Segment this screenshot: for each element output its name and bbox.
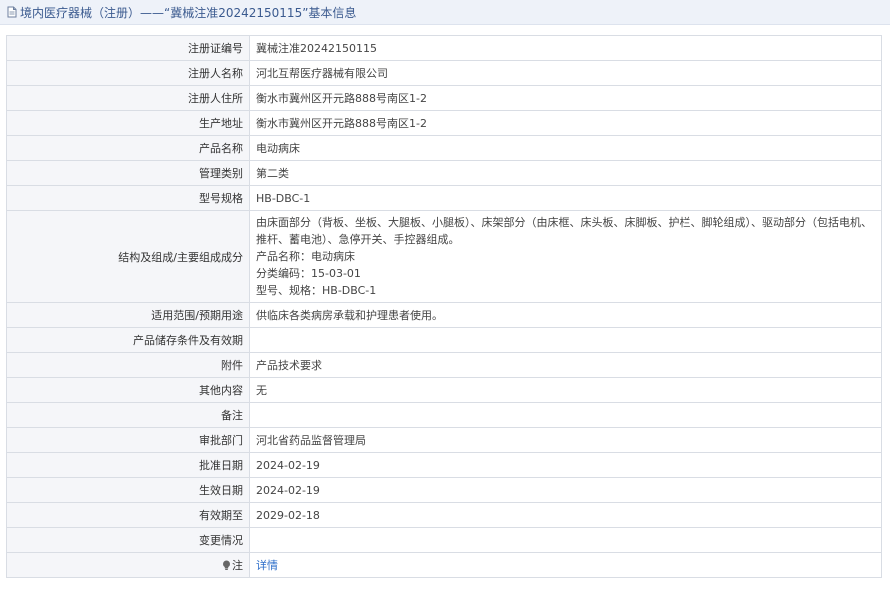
field-value: 2024-02-19 bbox=[249, 477, 882, 503]
field-value: 衡水市冀州区开元路888号南区1-2 bbox=[249, 110, 882, 136]
info-table: 注册证编号 冀械注准20242150115 注册人名称 河北互帮医疗器械有限公司 注册人… bbox=[6, 35, 882, 578]
detail-link[interactable]: 详情 bbox=[256, 559, 278, 572]
table-row: 注册人住所 衡水市冀州区开元路888号南区1-2 bbox=[6, 85, 882, 111]
field-label: 结构及组成/主要组成成分 bbox=[6, 210, 250, 303]
page-header: 境内医疗器械（注册）——“冀械注准20242150115”基本信息 bbox=[0, 0, 890, 25]
field-label: 有效期至 bbox=[6, 502, 250, 528]
note-value-cell: 详情 bbox=[249, 552, 882, 578]
document-icon bbox=[6, 6, 18, 18]
table-row: 注册人名称 河北互帮医疗器械有限公司 bbox=[6, 60, 882, 86]
field-value bbox=[249, 527, 882, 553]
table-row: 审批部门 河北省药品监督管理局 bbox=[6, 427, 882, 453]
field-label: 附件 bbox=[6, 352, 250, 378]
table-row: 备注 bbox=[6, 402, 882, 428]
field-label: 备注 bbox=[6, 402, 250, 428]
field-label: 生效日期 bbox=[6, 477, 250, 503]
field-value: 河北省药品监督管理局 bbox=[249, 427, 882, 453]
table-row: 产品储存条件及有效期 bbox=[6, 327, 882, 353]
note-label-cell: 注 bbox=[6, 552, 250, 578]
table-row: 批准日期 2024-02-19 bbox=[6, 452, 882, 478]
table-row: 生效日期 2024-02-19 bbox=[6, 477, 882, 503]
field-value: 第二类 bbox=[249, 160, 882, 186]
field-label: 产品储存条件及有效期 bbox=[6, 327, 250, 353]
field-label: 适用范围/预期用途 bbox=[6, 302, 250, 328]
field-label: 变更情况 bbox=[6, 527, 250, 553]
lightbulb-icon bbox=[222, 560, 231, 574]
table-row: 其他内容无 bbox=[6, 377, 882, 403]
table-row: 注册证编号 冀械注准20242150115 bbox=[6, 35, 882, 61]
field-label: 注册人住所 bbox=[6, 85, 250, 111]
field-value-line: 产品名称：电动病床 bbox=[256, 250, 355, 263]
field-label: 生产地址 bbox=[6, 110, 250, 136]
field-value: 冀械注准20242150115 bbox=[249, 35, 882, 61]
table-row: 附件 产品技术要求 bbox=[6, 352, 882, 378]
field-value: 河北互帮医疗器械有限公司 bbox=[249, 60, 882, 86]
table-row: 变更情况 bbox=[6, 527, 882, 553]
table-row: 管理类别 第二类 bbox=[6, 160, 882, 186]
field-value: HB-DBC-1 bbox=[249, 185, 882, 211]
field-value: 衡水市冀州区开元路888号南区1-2 bbox=[249, 85, 882, 111]
field-value: 无 bbox=[249, 377, 882, 403]
field-value bbox=[249, 402, 882, 428]
field-value: 2024-02-19 bbox=[249, 452, 882, 478]
page-title: 境内医疗器械（注册）——“冀械注准20242150115”基本信息 bbox=[20, 5, 357, 20]
field-value: 产品技术要求 bbox=[249, 352, 882, 378]
field-label: 批准日期 bbox=[6, 452, 250, 478]
field-value-line: 由床面部分（背板、坐板、大腿板、小腿板）、床架部分（由床框、床头板、床脚板、护栏… bbox=[256, 216, 872, 246]
field-label: 产品名称 bbox=[6, 135, 250, 161]
field-label: 审批部门 bbox=[6, 427, 250, 453]
table-row-note: 注详情 bbox=[6, 552, 882, 578]
field-label: 注册人名称 bbox=[6, 60, 250, 86]
table-row: 结构及组成/主要组成成分 由床面部分（背板、坐板、大腿板、小腿板）、床架部分（由床… bbox=[6, 210, 882, 303]
table-row: 适用范围/预期用途 供临床各类病房承载和护理患者使用。 bbox=[6, 302, 882, 328]
table-row: 有效期至 2029-02-18 bbox=[6, 502, 882, 528]
table-row: 产品名称 电动病床 bbox=[6, 135, 882, 161]
field-value-line: 分类编码：15-03-01 bbox=[256, 267, 361, 280]
field-label: 型号规格 bbox=[6, 185, 250, 211]
field-value bbox=[249, 327, 882, 353]
table-row: 型号规格 HB-DBC-1 bbox=[6, 185, 882, 211]
field-value: 电动病床 bbox=[249, 135, 882, 161]
note-label: 注 bbox=[232, 558, 243, 572]
table-row: 生产地址 衡水市冀州区开元路888号南区1-2 bbox=[6, 110, 882, 136]
field-value-line: 型号、规格：HB-DBC-1 bbox=[256, 284, 377, 297]
field-value: 由床面部分（背板、坐板、大腿板、小腿板）、床架部分（由床框、床头板、床脚板、护栏… bbox=[249, 210, 882, 303]
field-value: 2029-02-18 bbox=[249, 502, 882, 528]
field-label: 管理类别 bbox=[6, 160, 250, 186]
field-label: 其他内容 bbox=[6, 377, 250, 403]
field-value: 供临床各类病房承载和护理患者使用。 bbox=[249, 302, 882, 328]
field-label: 注册证编号 bbox=[6, 35, 250, 61]
